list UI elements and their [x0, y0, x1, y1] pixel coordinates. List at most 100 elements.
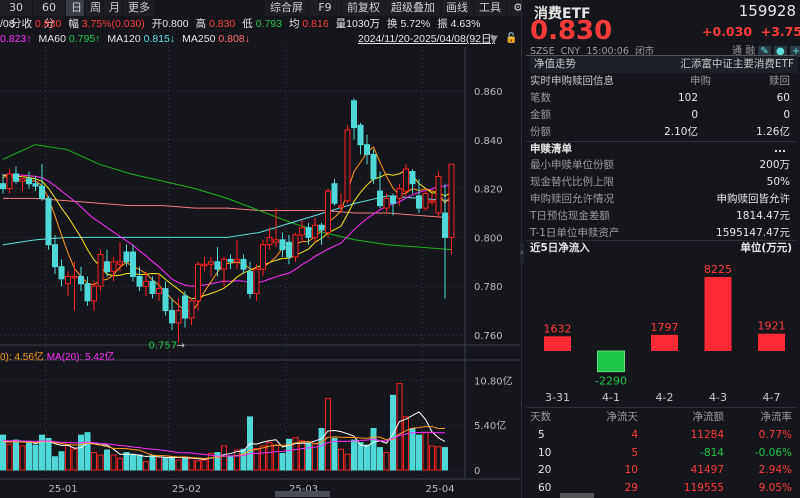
date-range-selector[interactable]: 2024/11/20-2025/04/08(92日) — [358, 32, 495, 47]
net-days: 29 — [624, 481, 638, 494]
list-row: 现金替代比例上限 50% — [530, 174, 794, 191]
volume-bar — [422, 432, 429, 471]
toolbar-button-1[interactable]: F9 — [309, 0, 341, 16]
candle — [435, 175, 442, 214]
candle — [195, 263, 201, 302]
volume-bar — [344, 453, 351, 471]
subscribe-value: 102 — [677, 92, 698, 104]
volume-bar — [377, 447, 383, 471]
price-tick: 0.820 — [474, 185, 503, 196]
candle — [214, 261, 221, 270]
volume-bar — [110, 454, 117, 471]
period-tab-5[interactable]: 更多 — [123, 0, 155, 16]
toolbar-button-2[interactable]: 前复权 — [342, 0, 385, 16]
candle — [169, 310, 175, 324]
volume-bar — [429, 445, 435, 471]
row-label: 笔数 — [530, 92, 551, 104]
list-row: T日预估现金差额 1814.47元 — [530, 208, 794, 225]
realtime-row: 份额 2.10亿 1.26亿 — [530, 124, 794, 141]
toolbar-button-4[interactable]: 画线 — [441, 0, 473, 16]
volume-bar — [123, 452, 130, 471]
period-tab-3[interactable]: 周 — [85, 0, 103, 16]
volume-tick: 5.40亿 — [474, 419, 506, 432]
net-rate: 9.05% — [758, 481, 792, 494]
toolbar-button-5[interactable]: 工具 — [474, 0, 506, 16]
scrollbar[interactable] — [560, 493, 594, 498]
candlestick-chart[interactable]: 0.860 0.840 0.820 0.800 0.780 0.760 25-01 25-02… — [0, 47, 520, 498]
price-change-pct: +3.75% — [760, 24, 800, 39]
days: 20 — [538, 464, 552, 476]
volume-bar — [162, 457, 169, 471]
inflow-bar — [544, 336, 571, 351]
candle — [221, 258, 227, 270]
price-tick: 0.860 — [474, 87, 503, 98]
volume-bar — [240, 448, 247, 471]
candle — [312, 224, 318, 238]
volume-bar — [214, 452, 221, 471]
candle — [26, 178, 32, 185]
more-button[interactable]: ... — [774, 141, 786, 158]
ma60-value: 0.795↑ — [68, 33, 101, 45]
period-tab-0[interactable]: 30分 — [0, 0, 32, 30]
period-tab-1[interactable]: 60分 — [33, 0, 65, 30]
change-label: 幅 — [68, 18, 79, 30]
dropdown-triangle-icon[interactable]: ▼ — [490, 34, 498, 45]
ma250-value: 0.808↓ — [218, 33, 250, 45]
volume-ma20: MA(20): 5.42亿 — [46, 352, 115, 363]
date-tick: 25-01 — [49, 484, 78, 495]
days: 10 — [538, 446, 552, 459]
ma60-label: MA60 — [38, 33, 66, 45]
close-label: 收 — [21, 18, 33, 30]
list-title-row: 申赎清单 ... — [530, 141, 794, 158]
net-rate: 0.77% — [758, 429, 792, 441]
volume-bar — [78, 434, 84, 471]
close-value: 0.830 — [35, 18, 62, 30]
volume-ma10: 0): 4.56亿 — [0, 352, 44, 363]
inflow-date: 4-1 — [602, 391, 620, 404]
nav-trend-row[interactable]: 净值走势 汇添富中证主要消费ETF — [530, 56, 798, 73]
col-subscribe: 申购 — [690, 75, 711, 87]
ma120-value: 0.815↓ — [143, 33, 176, 45]
period-tab-2[interactable]: 日 — [66, 0, 84, 16]
volume-bar — [45, 437, 52, 471]
candle — [91, 285, 97, 302]
toolbar-button-3[interactable]: 超级叠加 — [386, 0, 440, 16]
volume-bar — [442, 447, 448, 471]
flow-title-row: 近5日净流入 单位(万元) — [530, 240, 794, 257]
lock-icon[interactable]: 🔓 — [505, 33, 517, 44]
chart-scrollbar[interactable] — [275, 491, 330, 497]
volume-bar — [6, 443, 13, 471]
volume-bar — [13, 439, 19, 471]
volume-header: 0): 4.56亿 MA(20): 5.42亿 — [0, 350, 115, 365]
candle — [266, 236, 273, 246]
volume-bar — [156, 456, 162, 471]
candle — [117, 261, 123, 265]
candle — [84, 283, 91, 302]
fund-name: 汇添富中证主要消费ETF — [680, 58, 794, 70]
list-title: 申赎清单 — [530, 143, 572, 155]
flow-table-header: 天数 净流天 净流额 净流率 — [530, 409, 794, 426]
inflow-date: 4-7 — [763, 391, 781, 404]
inflow-date: 3-31 — [545, 391, 570, 404]
volume-tick: 10.80亿 — [474, 374, 513, 387]
volume-bar — [71, 448, 78, 471]
candle — [442, 212, 448, 238]
net-amount: 41497 — [690, 464, 724, 476]
redeem-value: 1.26亿 — [756, 126, 790, 138]
inflow-value: 1921 — [758, 320, 786, 333]
candle — [325, 190, 331, 234]
quote-panel: 消费ETF 159928 0.830 +0.030 +3.75% SZSE CN… — [520, 0, 800, 498]
collapse-panel-icon[interactable]: › — [520, 243, 524, 263]
candle — [331, 183, 338, 204]
candle — [182, 295, 188, 319]
amplitude-label: 振 — [437, 18, 448, 30]
period-tab-4[interactable]: 月 — [104, 0, 122, 16]
candle — [110, 261, 117, 273]
low-value: 0.793 — [255, 18, 282, 30]
flow-unit: 单位(万元) — [740, 242, 792, 254]
volume-bar — [117, 457, 123, 471]
ma120-label: MA120 — [107, 33, 141, 45]
volume-bar — [318, 428, 325, 471]
realtime-header: 实时申购赎回信息 申购 赎回 — [530, 73, 794, 90]
toolbar-button-0[interactable]: 综合屏 — [265, 0, 308, 16]
